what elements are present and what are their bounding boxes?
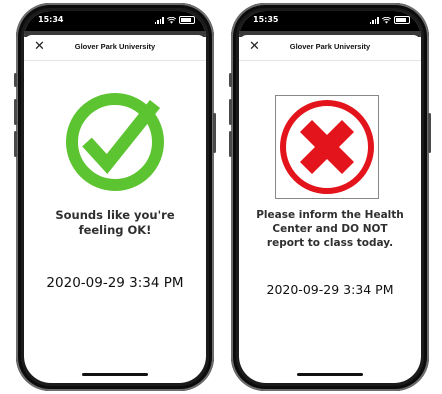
notch <box>292 11 368 28</box>
phone-right: 15:35 ✕ Glover Park University Please in… <box>229 3 431 391</box>
home-indicator[interactable] <box>82 373 148 376</box>
mute-switch <box>229 73 232 87</box>
red-x-frame <box>275 95 379 199</box>
wifi-icon <box>382 16 391 24</box>
result-message: Please inform the Health Center and DO N… <box>256 209 404 249</box>
screen-left: 15:34 ✕ Glover Park University Sounds li… <box>24 11 206 383</box>
result-content: Sounds like you're feeling OK! 2020-09-2… <box>24 61 206 383</box>
status-icons <box>154 16 195 24</box>
status-bar: 15:35 <box>239 11 421 31</box>
result-timestamp: 2020-09-29 3:34 PM <box>46 275 184 291</box>
status-icons <box>369 16 410 24</box>
result-message: Sounds like you're feeling OK! <box>55 208 175 237</box>
wifi-icon <box>167 16 176 24</box>
screen-right: 15:35 ✕ Glover Park University Please in… <box>239 11 421 383</box>
notch <box>77 11 153 28</box>
volume-down-button <box>14 131 17 157</box>
navigation-bar: ✕ Glover Park University <box>24 35 206 61</box>
volume-up-button <box>229 99 232 125</box>
home-indicator[interactable] <box>297 373 363 376</box>
battery-icon <box>179 16 195 24</box>
page-title: Glover Park University <box>74 42 156 51</box>
result-timestamp: 2020-09-29 3:34 PM <box>266 282 394 297</box>
navigation-bar: ✕ Glover Park University <box>239 35 421 61</box>
power-button <box>428 113 431 153</box>
green-check-icon <box>66 93 164 191</box>
volume-down-button <box>229 131 232 157</box>
volume-up-button <box>14 99 17 125</box>
cellular-signal-icon <box>369 16 379 24</box>
phone-left: 15:34 ✕ Glover Park University Sounds li… <box>14 3 216 391</box>
mute-switch <box>14 73 17 87</box>
page-title: Glover Park University <box>289 42 371 51</box>
red-x-icon <box>280 100 374 194</box>
status-time: 15:35 <box>253 15 279 24</box>
power-button <box>213 113 216 153</box>
status-time: 15:34 <box>38 15 64 24</box>
cellular-signal-icon <box>154 16 164 24</box>
result-content: Please inform the Health Center and DO N… <box>239 61 421 383</box>
status-bar: 15:34 <box>24 11 206 31</box>
battery-icon <box>394 16 410 24</box>
